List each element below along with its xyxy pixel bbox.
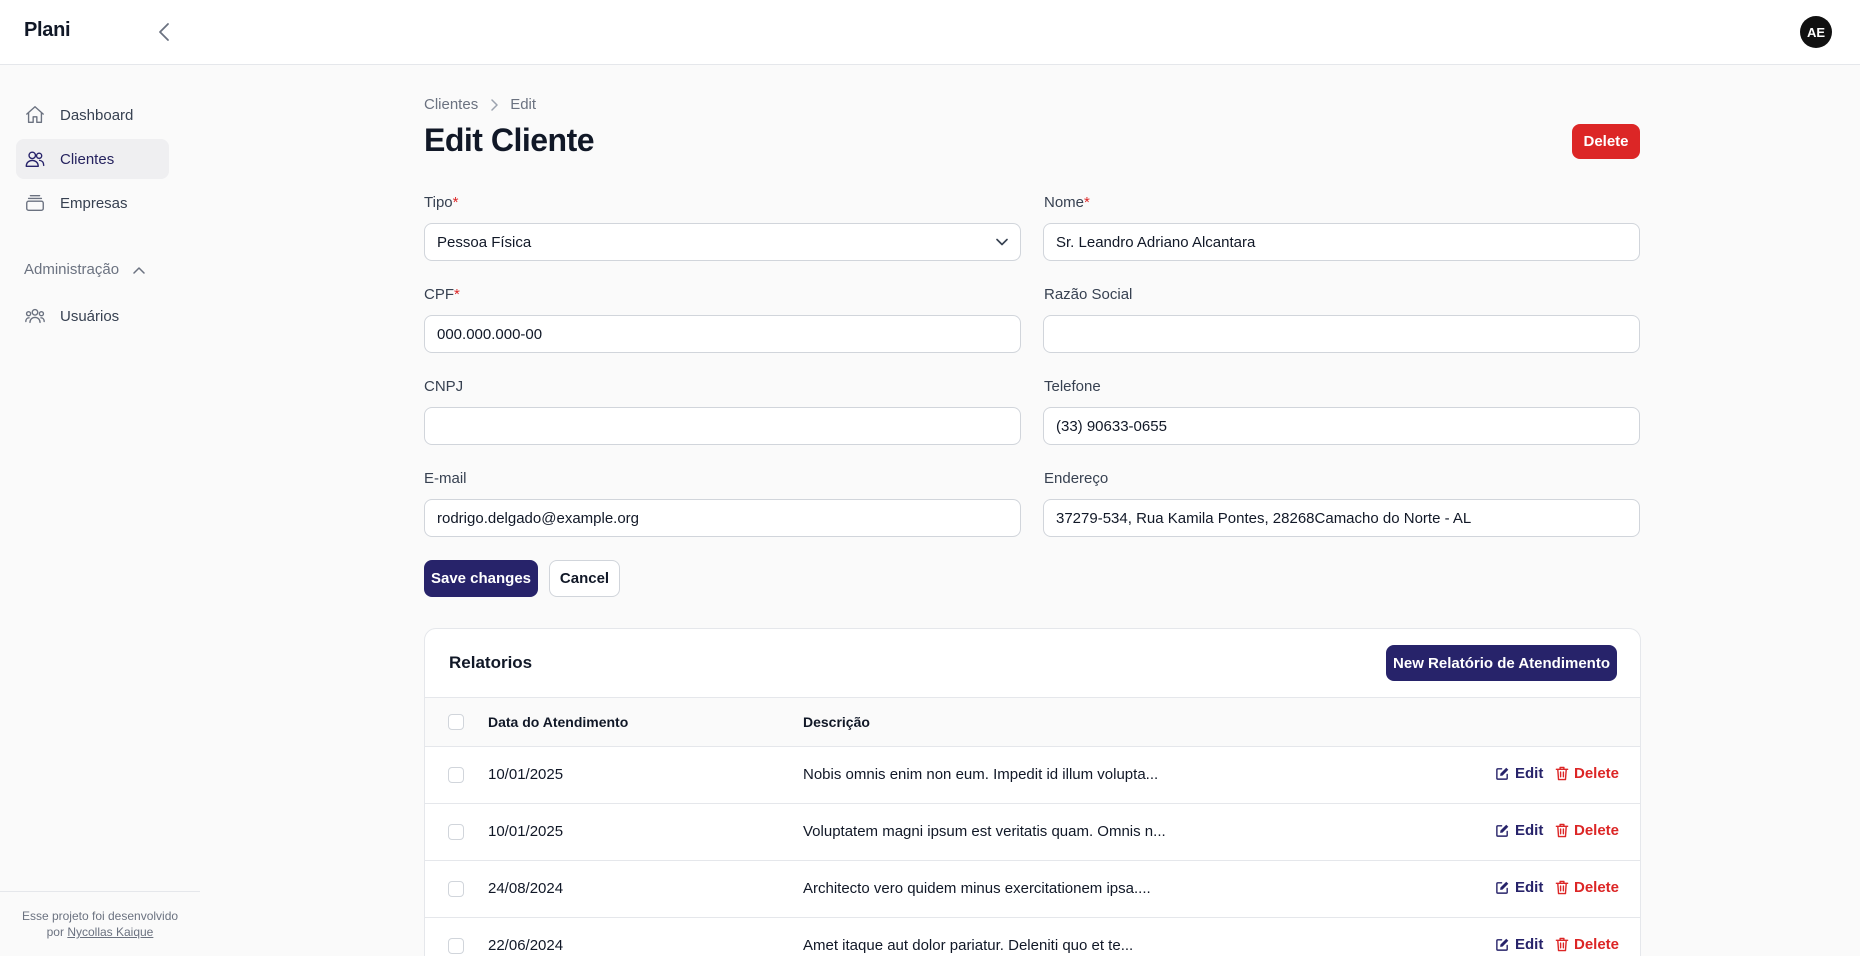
table-header: Data do Atendimento Descrição: [425, 697, 1640, 747]
row-date: 24/08/2024: [488, 880, 564, 897]
telefone-label: Telefone: [1044, 378, 1101, 395]
sidebar-group-label: Administração: [24, 261, 120, 278]
chevron-left-icon: [159, 23, 169, 41]
cnpj-input[interactable]: [424, 407, 1021, 445]
breadcrumb-parent[interactable]: Clientes: [424, 96, 478, 113]
new-relatorio-button[interactable]: New Relatório de Atendimento: [1386, 645, 1617, 681]
row-date: 22/06/2024: [488, 937, 564, 954]
table-row: 10/01/2025 Voluptatem magni ipsum est ve…: [425, 804, 1640, 861]
user-avatar[interactable]: AE: [1800, 16, 1832, 48]
row-delete-action[interactable]: Delete: [1555, 879, 1619, 896]
table-row: 22/06/2024 Amet itaque aut dolor pariatu…: [425, 918, 1640, 956]
sidebar-item-clientes[interactable]: Clientes: [16, 139, 169, 179]
column-header-data: Data do Atendimento: [488, 714, 629, 730]
page-title: Edit Cliente: [424, 122, 595, 158]
sidebar-item-dashboard[interactable]: Dashboard: [16, 95, 169, 135]
trash-icon: [1555, 880, 1569, 895]
delete-cliente-button[interactable]: Delete: [1572, 124, 1640, 159]
cnpj-label: CNPJ: [424, 378, 464, 395]
table-row: 10/01/2025 Nobis omnis enim non eum. Imp…: [425, 747, 1640, 804]
razao-social-input[interactable]: [1043, 315, 1640, 353]
top-bar: Plani AE: [0, 0, 1860, 65]
edit-icon: [1496, 938, 1509, 951]
row-description: Architecto vero quidem minus exercitatio…: [803, 880, 1151, 897]
row-edit-action[interactable]: Edit: [1495, 822, 1543, 839]
footer-author-line: por Nycollas Kaique: [0, 924, 200, 940]
chevron-right-icon: [490, 98, 498, 111]
save-changes-button[interactable]: Save changes: [424, 560, 538, 597]
row-delete-action[interactable]: Delete: [1555, 822, 1619, 839]
footer-prefix: por: [46, 925, 64, 939]
endereco-label: Endereço: [1044, 470, 1109, 487]
nome-input[interactable]: [1043, 223, 1640, 261]
sidebar-item-label: Clientes: [60, 150, 115, 168]
row-checkbox[interactable]: [448, 881, 464, 897]
sidebar-item-label: Dashboard: [60, 106, 134, 124]
email-label: E-mail: [424, 470, 467, 487]
sidebar-footer: Esse projeto foi desenvolvido por Nycoll…: [0, 891, 200, 940]
table-row: 24/08/2024 Architecto vero quidem minus …: [425, 861, 1640, 918]
footer-author-link[interactable]: Nycollas Kaique: [67, 925, 153, 939]
relatorios-title: Relatorios: [449, 653, 533, 672]
select-all-checkbox[interactable]: [448, 714, 464, 730]
sidebar: Dashboard Clientes Empresas Administraçã…: [0, 65, 200, 956]
edit-icon: [1496, 767, 1509, 780]
row-edit-action[interactable]: Edit: [1495, 879, 1543, 896]
collapse-sidebar-button[interactable]: [154, 20, 174, 44]
sidebar-item-usuarios[interactable]: Usuários: [16, 296, 169, 336]
endereco-input[interactable]: [1043, 499, 1640, 537]
sidebar-item-label: Empresas: [60, 194, 128, 212]
edit-icon: [1496, 881, 1509, 894]
row-checkbox[interactable]: [448, 824, 464, 840]
row-edit-action[interactable]: Edit: [1495, 936, 1543, 953]
razao-social-label: Razão Social: [1044, 286, 1133, 303]
stack-icon: [24, 192, 46, 214]
users-icon: [24, 148, 46, 170]
cpf-label: CPF*: [424, 286, 460, 303]
cancel-button[interactable]: Cancel: [549, 560, 620, 597]
user-group-icon: [24, 305, 46, 327]
telefone-input[interactable]: [1043, 407, 1640, 445]
trash-icon: [1555, 823, 1569, 838]
chevron-down-icon: [996, 238, 1008, 246]
breadcrumb-current: Edit: [510, 96, 537, 113]
tipo-select-value: Pessoa Física: [437, 233, 532, 251]
row-checkbox[interactable]: [448, 767, 464, 783]
breadcrumb: Clientes Edit: [424, 96, 536, 113]
edit-icon: [1496, 824, 1509, 837]
sidebar-item-empresas[interactable]: Empresas: [16, 183, 169, 223]
tipo-select[interactable]: Pessoa Física: [424, 223, 1021, 261]
cpf-input[interactable]: [424, 315, 1021, 353]
column-header-descricao: Descrição: [803, 714, 870, 730]
row-edit-action[interactable]: Edit: [1495, 765, 1543, 782]
chevron-up-icon: [133, 266, 145, 274]
row-date: 10/01/2025: [488, 766, 564, 783]
tipo-label: Tipo*: [424, 194, 459, 211]
brand-logo[interactable]: Plani: [24, 19, 71, 42]
row-delete-action[interactable]: Delete: [1555, 765, 1619, 782]
row-date: 10/01/2025: [488, 823, 564, 840]
home-icon: [24, 104, 46, 126]
trash-icon: [1555, 937, 1569, 952]
row-description: Nobis omnis enim non eum. Impedit id ill…: [803, 766, 1159, 783]
row-delete-action[interactable]: Delete: [1555, 936, 1619, 953]
row-description: Amet itaque aut dolor pariatur. Deleniti…: [803, 937, 1134, 954]
footer-credit-line: Esse projeto foi desenvolvido: [21, 909, 179, 923]
relatorios-card: Relatorios New Relatório de Atendimento …: [424, 628, 1641, 956]
nome-label: Nome*: [1044, 194, 1090, 211]
email-input[interactable]: [424, 499, 1021, 537]
trash-icon: [1555, 766, 1569, 781]
sidebar-item-label: Usuários: [60, 307, 120, 325]
sidebar-group-administracao[interactable]: Administração: [24, 261, 145, 278]
row-description: Voluptatem magni ipsum est veritatis qua…: [803, 823, 1166, 840]
row-checkbox[interactable]: [448, 938, 464, 954]
